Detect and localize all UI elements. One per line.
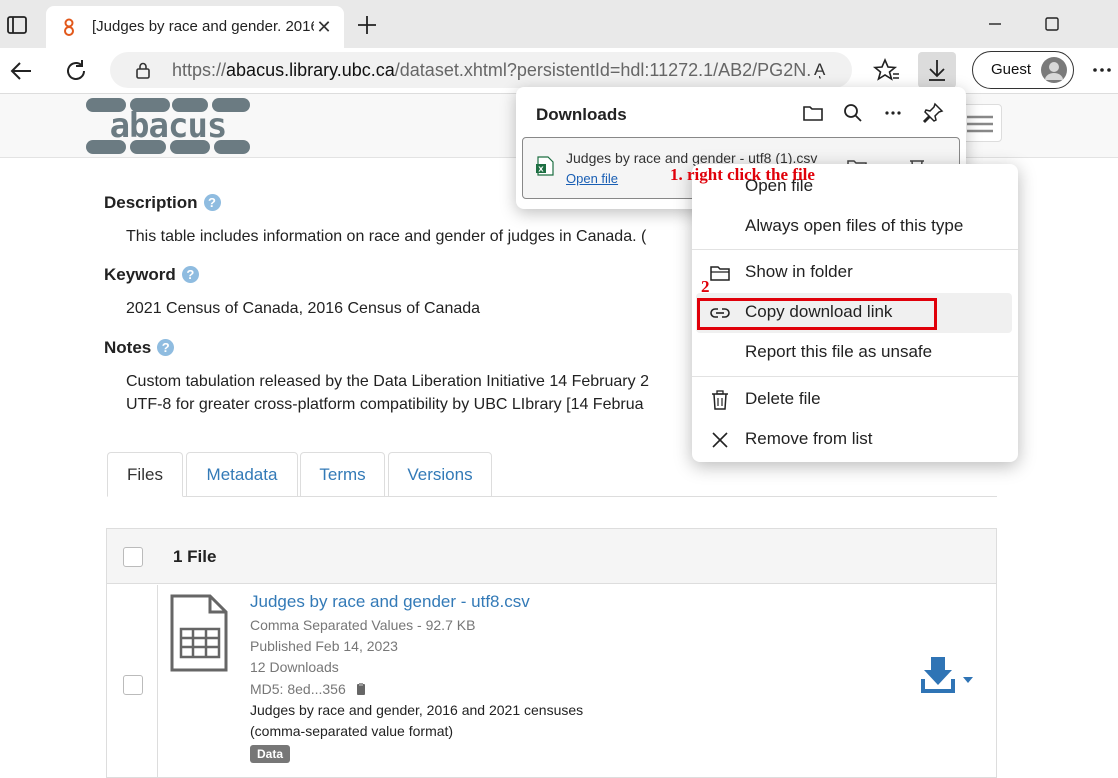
trash-icon xyxy=(712,390,728,410)
address-bar[interactable]: https://abacus.library.ubc.ca/dataset.xh… xyxy=(110,52,852,88)
profile-label: Guest xyxy=(991,61,1032,78)
downloads-title: Downloads xyxy=(536,105,627,124)
keyword-value: 2021 Census of Canada, 2016 Census of Ca… xyxy=(126,300,481,317)
files-count: 1 File xyxy=(173,547,217,566)
abacus-logo[interactable]: abacus xyxy=(84,96,254,156)
menu-item-delete-file[interactable]: Delete file xyxy=(692,380,1018,420)
folder-icon xyxy=(710,266,730,281)
notes-value-line-2: UTF-8 for greater cross-platform compati… xyxy=(126,396,644,413)
downloads-button[interactable] xyxy=(918,52,956,88)
logo-text: abacus xyxy=(110,106,227,146)
read-aloud-icon[interactable]: Aͅ xyxy=(814,60,836,80)
keyword-label-text: Keyword xyxy=(104,265,176,284)
file-description-line-1: Judges by race and gender, 2016 and 2021… xyxy=(250,702,584,718)
menu-item-remove-from-list[interactable]: Remove from list xyxy=(692,420,1018,460)
description-label-text: Description xyxy=(104,193,198,212)
more-options-icon[interactable] xyxy=(881,101,905,125)
minimize-icon[interactable] xyxy=(983,12,1007,36)
description-value: This table includes information on race … xyxy=(126,228,647,245)
notes-value-line-1: Custom tabulation released by the Data L… xyxy=(126,373,649,390)
tab-close-icon[interactable]: ✕ xyxy=(314,17,334,37)
open-file-link[interactable]: Open file xyxy=(566,171,618,186)
close-icon xyxy=(712,432,728,448)
notes-label: Notes? xyxy=(104,338,175,358)
site-favicon-icon xyxy=(64,18,74,36)
url-text[interactable]: https://abacus.library.ubc.ca/dataset.xh… xyxy=(172,60,812,81)
back-arrow-icon[interactable] xyxy=(7,57,35,85)
file-select-checkbox[interactable] xyxy=(123,675,143,695)
highlight-box xyxy=(697,298,937,330)
clipboard-icon[interactable] xyxy=(354,682,368,696)
profile-button[interactable]: Guest xyxy=(972,51,1074,89)
files-table: 1 File Judges by race and gender - utf8.… xyxy=(106,528,997,778)
search-icon[interactable] xyxy=(841,101,865,125)
description-label: Description? xyxy=(104,193,221,213)
annotation-step-2: 2 xyxy=(701,277,710,296)
tab-files[interactable]: Files xyxy=(107,452,183,497)
refresh-icon[interactable] xyxy=(62,57,90,85)
notes-label-text: Notes xyxy=(104,338,152,357)
tab-metadata[interactable]: Metadata xyxy=(186,452,298,497)
menu-item-label: Always open files of this type xyxy=(745,216,964,235)
menu-separator xyxy=(692,249,1018,250)
menu-item-label: Delete file xyxy=(745,389,821,408)
select-all-checkbox[interactable] xyxy=(123,547,143,567)
menu-item-show-in-folder[interactable]: Show in folder xyxy=(692,253,1018,293)
favorites-icon[interactable] xyxy=(868,52,906,88)
file-download-icon[interactable] xyxy=(921,655,977,695)
tabular-file-icon xyxy=(170,594,228,672)
open-downloads-folder-icon[interactable] xyxy=(801,101,825,125)
lock-icon[interactable] xyxy=(134,61,152,79)
browser-tab-bar: [Judges by race and gender. 2016 ✕ xyxy=(0,0,1118,48)
menu-separator xyxy=(692,376,1018,377)
menu-item-label: Report this file as unsafe xyxy=(745,342,933,361)
annotation-step-1: 1. right click the file xyxy=(670,165,815,184)
new-tab-icon[interactable] xyxy=(355,13,379,37)
active-browser-tab[interactable]: [Judges by race and gender. 2016 ✕ xyxy=(46,6,344,48)
tab-actions-icon[interactable] xyxy=(2,10,32,40)
file-md5-text: MD5: 8ed...356 xyxy=(250,681,346,697)
url-prefix: https:// xyxy=(172,60,227,80)
pin-icon[interactable] xyxy=(921,101,945,125)
menu-item-label: Show in folder xyxy=(745,262,853,281)
file-download-count: 12 Downloads xyxy=(250,659,339,675)
more-options-icon[interactable] xyxy=(1088,56,1116,84)
menu-item-always-open[interactable]: Always open files of this type xyxy=(692,207,1018,247)
tab-title: [Judges by race and gender. 2016 xyxy=(92,18,314,35)
file-description-line-2: (comma-separated value format) xyxy=(250,723,454,739)
file-name-link[interactable]: Judges by race and gender - utf8.csv xyxy=(250,592,530,612)
file-published-date: Published Feb 14, 2023 xyxy=(250,638,398,654)
menu-item-report-unsafe[interactable]: Report this file as unsafe xyxy=(692,333,1018,373)
help-icon[interactable]: ? xyxy=(181,266,199,283)
files-table-header: 1 File xyxy=(107,529,996,584)
help-icon[interactable]: ? xyxy=(157,339,175,356)
tab-versions[interactable]: Versions xyxy=(388,452,492,497)
row-divider xyxy=(157,585,158,778)
download-icon xyxy=(929,60,945,81)
tab-terms[interactable]: Terms xyxy=(300,452,385,497)
menu-item-label: Remove from list xyxy=(745,429,873,448)
url-path: /dataset.xhtml?persistentId=hdl:11272.1/… xyxy=(394,60,812,80)
file-type-size: Comma Separated Values - 92.7 KB xyxy=(250,617,476,633)
help-icon[interactable]: ? xyxy=(203,194,221,211)
guest-avatar-icon xyxy=(1041,57,1067,83)
maximize-icon[interactable] xyxy=(1040,12,1064,36)
url-host: abacus.library.ubc.ca xyxy=(226,60,395,80)
svg-text:X: X xyxy=(538,166,544,174)
table-row: Judges by race and gender - utf8.csv Com… xyxy=(107,585,996,778)
file-tag-badge: Data xyxy=(250,745,291,763)
file-md5: MD5: 8ed...356 xyxy=(250,681,368,697)
excel-file-icon: X xyxy=(536,156,554,176)
keyword-label: Keyword? xyxy=(104,265,199,285)
